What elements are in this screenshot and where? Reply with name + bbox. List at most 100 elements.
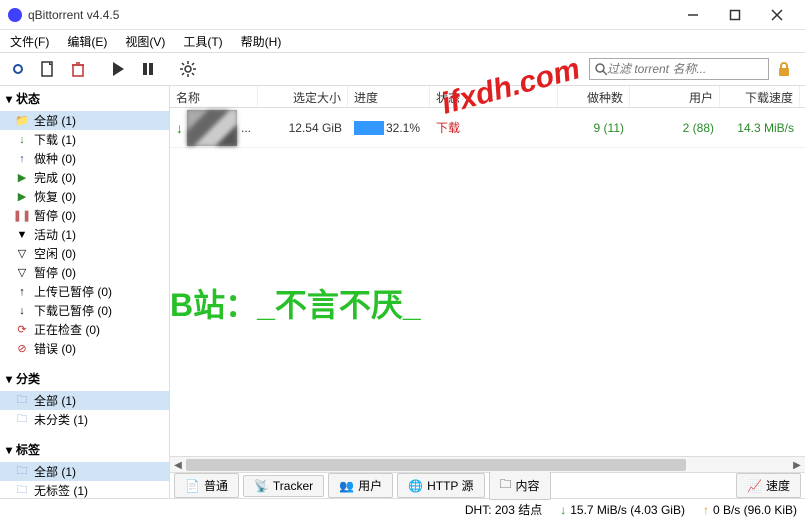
folder-icon: 🗀	[16, 466, 28, 478]
chevron-down-icon: ▾	[6, 443, 12, 457]
cell-progress: 32.1%	[348, 119, 430, 137]
tab-content[interactable]: 🗀内容	[489, 471, 551, 500]
downloading-icon: ↓	[176, 120, 183, 136]
tab-tracker[interactable]: 📡Tracker	[243, 475, 324, 497]
search-input[interactable]	[607, 62, 764, 76]
folder-icon: 🗀	[16, 414, 28, 426]
lock-button[interactable]	[773, 58, 795, 80]
folder-icon: 📁	[16, 115, 28, 127]
peers-icon: 👥	[339, 479, 354, 493]
filter-icon: ▽	[16, 248, 28, 260]
sidebar-tag-untag[interactable]: 🗀无标签 (1)	[0, 481, 169, 498]
window-title: qBittorrent v4.4.5	[28, 8, 681, 22]
col-size[interactable]: 选定大小	[258, 86, 348, 107]
sidebar-status-downloading[interactable]: ↓下载 (1)	[0, 130, 169, 149]
col-status[interactable]: 状态	[430, 86, 558, 107]
download-icon: ↓	[16, 134, 28, 146]
menu-tools[interactable]: 工具(T)	[179, 31, 226, 52]
folder-icon: 🗀	[16, 485, 28, 497]
statusbar: DHT: 203 结点 ↓ 15.7 MiB/s (4.03 GiB) ↑ 0 …	[0, 498, 805, 520]
col-speed[interactable]: 下载速度	[720, 86, 800, 107]
maximize-button[interactable]	[723, 3, 747, 27]
sidebar-section-tags[interactable]: ▾ 标签	[0, 437, 169, 462]
menu-file[interactable]: 文件(F)	[6, 31, 53, 52]
search-box[interactable]	[589, 58, 769, 80]
menu-view[interactable]: 视图(V)	[121, 31, 169, 52]
delete-button[interactable]	[64, 55, 92, 83]
sidebar-status-seeding[interactable]: ↑做种 (0)	[0, 149, 169, 168]
status-download[interactable]: ↓ 15.7 MiB/s (4.03 GiB)	[560, 503, 685, 517]
pause-button[interactable]	[134, 55, 162, 83]
cell-status: 下载	[430, 117, 558, 138]
sidebar-cat-all[interactable]: 🗀全部 (1)	[0, 391, 169, 410]
sidebar-section-categories[interactable]: ▾ 分类	[0, 366, 169, 391]
add-file-button[interactable]	[34, 55, 62, 83]
torrent-table-header: 名称 选定大小 进度 状态 做种数 用户 下载速度	[170, 86, 805, 108]
sidebar[interactable]: ▾ 状态 📁全部 (1) ↓下载 (1) ↑做种 (0) ▶完成 (0) ▶恢复…	[0, 86, 170, 498]
content-area: 名称 选定大小 进度 状态 做种数 用户 下载速度 ↓ ... 12.54 Gi…	[170, 86, 805, 498]
sidebar-tag-all[interactable]: 🗀全部 (1)	[0, 462, 169, 481]
upload-paused-icon: ↑	[16, 286, 28, 298]
sidebar-status-errored[interactable]: ⊘错误 (0)	[0, 339, 169, 358]
status-upload[interactable]: ↑ 0 B/s (96.0 KiB)	[703, 503, 797, 517]
doc-icon: 📄	[185, 479, 200, 493]
horizontal-scrollbar[interactable]: ◀ ▶	[170, 456, 805, 472]
progress-bar	[354, 121, 384, 135]
titlebar: qBittorrent v4.4.5	[0, 0, 805, 30]
error-icon: ⊘	[16, 343, 28, 355]
scroll-right-icon[interactable]: ▶	[789, 457, 805, 473]
sidebar-status-up-paused[interactable]: ↑上传已暂停 (0)	[0, 282, 169, 301]
tab-peers[interactable]: 👥用户	[328, 473, 393, 498]
status-dht[interactable]: DHT: 203 结点	[465, 501, 542, 518]
scroll-thumb[interactable]	[186, 459, 686, 471]
sidebar-status-dl-paused[interactable]: ↓下载已暂停 (0)	[0, 301, 169, 320]
sidebar-status-inactive[interactable]: ▽空闲 (0)	[0, 244, 169, 263]
cell-speed: 14.3 MiB/s	[720, 119, 800, 137]
http-icon: 🌐	[408, 479, 423, 493]
start-button[interactable]	[104, 55, 132, 83]
folder-icon: 🗀	[16, 395, 28, 407]
app-icon	[8, 8, 22, 22]
sidebar-status-completed[interactable]: ▶完成 (0)	[0, 168, 169, 187]
col-seeds[interactable]: 做种数	[558, 86, 630, 107]
tab-general[interactable]: 📄普通	[174, 473, 239, 498]
add-link-button[interactable]	[4, 55, 32, 83]
toolbar	[0, 52, 805, 86]
sidebar-status-paused[interactable]: ❚❚暂停 (0)	[0, 206, 169, 225]
tracker-icon: 📡	[254, 479, 269, 493]
menubar: 文件(F) 编辑(E) 视图(V) 工具(T) 帮助(H)	[0, 30, 805, 52]
sidebar-status-all[interactable]: 📁全部 (1)	[0, 111, 169, 130]
pause-icon: ❚❚	[16, 210, 28, 222]
col-name[interactable]: 名称	[170, 86, 258, 107]
col-peers[interactable]: 用户	[630, 86, 720, 107]
cell-peers: 2 (88)	[630, 119, 720, 137]
tab-http[interactable]: 🌐HTTP 源	[397, 473, 484, 498]
close-button[interactable]	[765, 3, 789, 27]
filter-icon: ▽	[16, 267, 28, 279]
download-paused-icon: ↓	[16, 305, 28, 317]
torrent-thumbnail	[187, 110, 237, 146]
sidebar-status-resumed[interactable]: ▶恢复 (0)	[0, 187, 169, 206]
play-icon: ▶	[16, 191, 28, 203]
menu-help[interactable]: 帮助(H)	[237, 31, 286, 52]
main-split: ▾ 状态 📁全部 (1) ↓下载 (1) ↑做种 (0) ▶完成 (0) ▶恢复…	[0, 86, 805, 498]
chart-icon: 📈	[747, 479, 762, 493]
menu-edit[interactable]: 编辑(E)	[63, 31, 111, 52]
filter-icon: ▼	[16, 229, 28, 241]
download-arrow-icon: ↓	[560, 503, 566, 517]
tab-speed[interactable]: 📈速度	[736, 473, 801, 498]
scroll-left-icon[interactable]: ◀	[170, 457, 186, 473]
torrent-row[interactable]: ↓ ... 12.54 GiB 32.1% 下载 9 (11) 2 (88) 1…	[170, 108, 805, 148]
sidebar-status-active[interactable]: ▼活动 (1)	[0, 225, 169, 244]
upload-icon: ↑	[16, 153, 28, 165]
sidebar-status-stalled[interactable]: ▽暂停 (0)	[0, 263, 169, 282]
folder-icon: 🗀	[500, 475, 512, 496]
chevron-down-icon: ▾	[6, 92, 12, 106]
sidebar-status-checking[interactable]: ⟳正在检查 (0)	[0, 320, 169, 339]
minimize-button[interactable]	[681, 3, 705, 27]
cell-name: ↓ ...	[170, 108, 258, 148]
sidebar-cat-uncat[interactable]: 🗀未分类 (1)	[0, 410, 169, 429]
settings-button[interactable]	[174, 55, 202, 83]
col-progress[interactable]: 进度	[348, 86, 430, 107]
sidebar-section-status[interactable]: ▾ 状态	[0, 86, 169, 111]
